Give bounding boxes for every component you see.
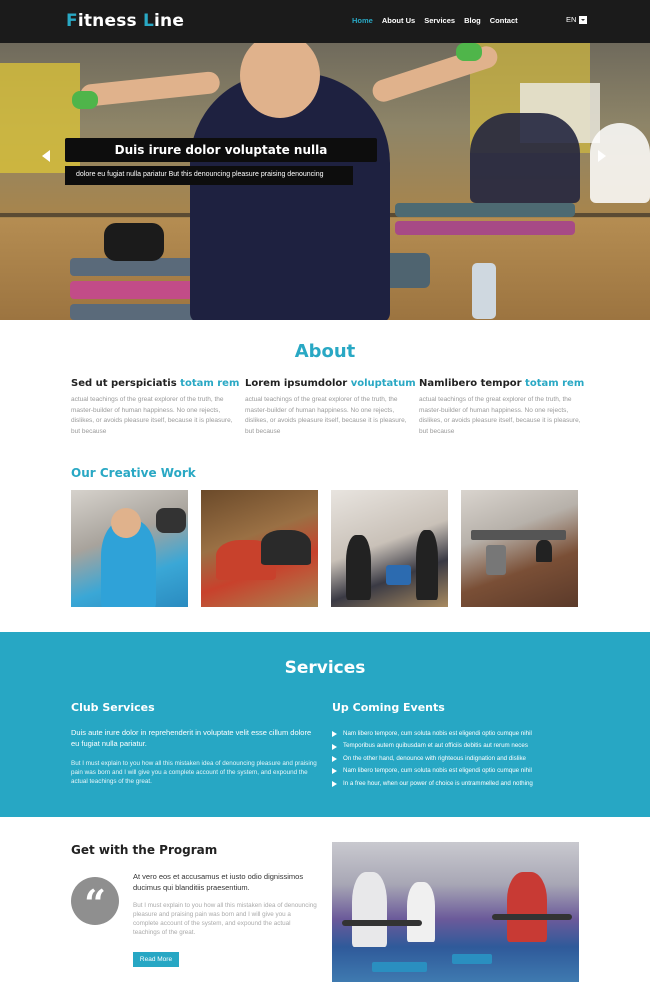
- about-title: About: [294, 341, 356, 362]
- hero-arm: [79, 70, 221, 108]
- work-figure: [416, 530, 438, 600]
- work-image-stretching[interactable]: [201, 490, 318, 607]
- event-item[interactable]: Nam libero tempore, cum soluta nobis est…: [332, 728, 582, 740]
- dropdown-icon: [579, 15, 588, 24]
- logo-letter-l: L: [142, 11, 155, 31]
- program-title: Get with the Program: [71, 843, 218, 857]
- step-platform: [372, 962, 427, 972]
- work-figure-head: [111, 508, 141, 538]
- arrow-right-icon: [332, 756, 337, 763]
- work-figure: [261, 530, 311, 565]
- hero-step: [395, 203, 575, 217]
- upcoming-events: Up Coming Events Nam libero tempore, cum…: [332, 701, 582, 790]
- program-body: But I must explain to you how all this m…: [133, 902, 317, 936]
- program-text: At vero eos et accusamus et iusto odio d…: [133, 872, 318, 937]
- nav-about-us[interactable]: About Us: [382, 16, 415, 25]
- event-item[interactable]: Nam libero tempore, cum soluta nobis est…: [332, 765, 582, 777]
- club-services-lead: Duis aute irure dolor in reprehenderit i…: [71, 728, 312, 748]
- nav-contact[interactable]: Contact: [490, 16, 518, 25]
- program-lead: At vero eos et accusamus et iusto odio d…: [133, 872, 304, 892]
- arrow-right-icon: [332, 768, 337, 775]
- quote-mark: “: [84, 881, 106, 926]
- work-image-weights[interactable]: [71, 490, 188, 607]
- club-services: Club Services Duis aute irure dolor in r…: [71, 701, 321, 786]
- about-column-text: actual teachings of the great explorer o…: [419, 396, 581, 435]
- work-image-boxing[interactable]: [331, 490, 448, 607]
- about-column: Lorem ipsumdolor voluptatum actual teach…: [245, 378, 416, 437]
- club-services-body: But I must explain to you how all this m…: [71, 760, 317, 785]
- hero-background-person: [590, 123, 650, 203]
- dumbbell-icon: [104, 223, 164, 261]
- step-platform: [452, 954, 492, 964]
- logo-letter-f: F: [66, 11, 78, 31]
- brand-logo[interactable]: Fitness Line: [66, 11, 184, 31]
- slide-title: Duis irure dolor voluptate nulla: [114, 143, 328, 157]
- work-image-gym-floor[interactable]: [461, 490, 578, 607]
- read-more-button[interactable]: Read More: [133, 952, 179, 967]
- work-figure: [536, 540, 552, 562]
- event-item[interactable]: Temporibus autem quibusdam et aut offici…: [332, 740, 582, 752]
- main-nav: Home About Us Services Blog Contact: [352, 16, 518, 25]
- hero-step: [395, 221, 575, 235]
- program-image: [332, 842, 579, 982]
- program-figure: [407, 882, 435, 942]
- program-figure: [507, 872, 547, 942]
- work-figure: [346, 535, 371, 600]
- barbell: [342, 920, 422, 926]
- language-label: EN: [566, 15, 577, 24]
- about-column: Namlibero tempor totam rem actual teachi…: [419, 378, 584, 437]
- slide-subtitle: dolore eu fugiat nulla pariatur But this…: [76, 171, 324, 178]
- about-column-heading: Namlibero tempor totam rem: [419, 378, 585, 389]
- about-column-heading: Lorem ipsumdolor voluptatum: [245, 378, 416, 389]
- site-header: Fitness Line Home About Us Services Blog…: [0, 0, 650, 43]
- event-item[interactable]: On the other hand, denounce with righteo…: [332, 753, 582, 765]
- language-selector[interactable]: EN: [566, 15, 588, 24]
- hero-slider: Duis irure dolor voluptate nulla dolore …: [0, 43, 650, 320]
- dumbbell-icon: [156, 508, 186, 533]
- arrow-left-icon[interactable]: [42, 150, 50, 162]
- events-list: Nam libero tempore, cum soluta nobis est…: [332, 728, 582, 790]
- nav-blog[interactable]: Blog: [464, 16, 481, 25]
- club-services-heading: Club Services: [71, 701, 155, 714]
- hero-background-person: [470, 113, 580, 203]
- work-machine: [471, 530, 566, 540]
- about-column-text: actual teachings of the great explorer o…: [245, 396, 407, 435]
- program-figure: [352, 872, 387, 947]
- dumbbell-icon: [456, 43, 482, 61]
- about-column: Sed ut perspiciatis totam rem actual tea…: [71, 378, 240, 437]
- nav-home[interactable]: Home: [352, 16, 373, 25]
- barbell: [492, 914, 572, 920]
- logo-word-fitness: itness: [77, 11, 143, 31]
- services-title: Services: [284, 658, 366, 678]
- water-bottle: [472, 263, 496, 319]
- about-column-heading: Sed ut perspiciatis totam rem: [71, 378, 240, 389]
- creative-work-title: Our Creative Work: [71, 466, 196, 480]
- work-machine: [486, 545, 506, 575]
- logo-word-line: ine: [154, 11, 185, 31]
- arrow-right-icon: [332, 731, 337, 738]
- upcoming-events-heading: Up Coming Events: [332, 701, 445, 714]
- about-column-text: actual teachings of the great explorer o…: [71, 396, 233, 435]
- event-item[interactable]: In a free hour, when our power of choice…: [332, 778, 582, 790]
- arrow-right-icon[interactable]: [598, 150, 606, 162]
- nav-services[interactable]: Services: [424, 16, 455, 25]
- work-box: [386, 565, 411, 585]
- dumbbell-icon: [72, 91, 98, 109]
- arrow-right-icon: [332, 780, 337, 787]
- arrow-right-icon: [332, 743, 337, 750]
